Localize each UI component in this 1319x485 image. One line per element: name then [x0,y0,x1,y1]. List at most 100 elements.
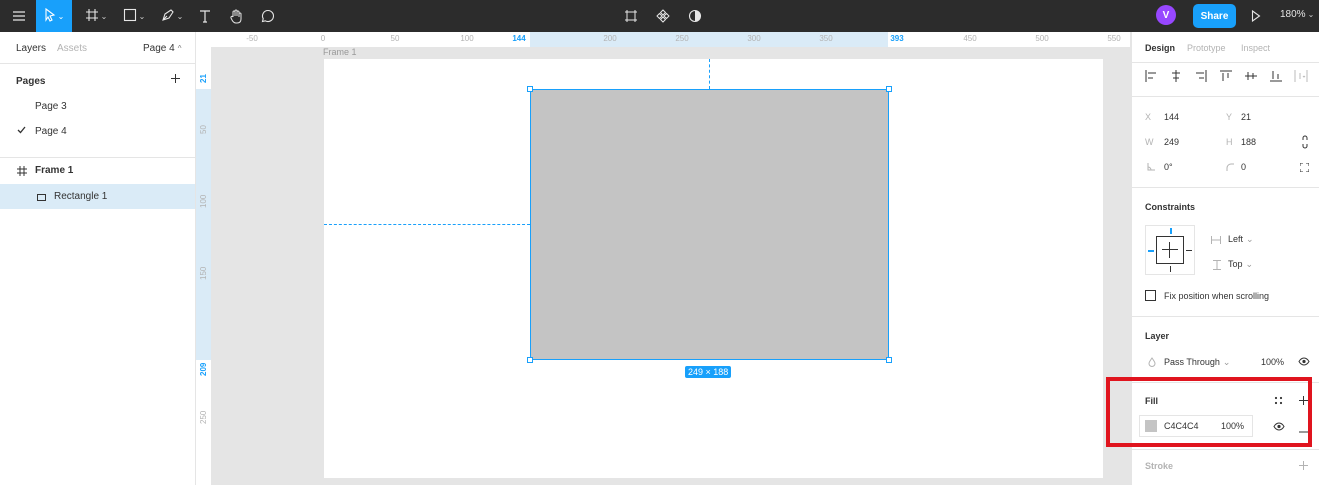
align-bottom-icon[interactable] [1270,70,1282,82]
divider [1132,96,1319,97]
ruler-tick-selected: 393 [890,34,904,43]
toolbar: ⌄ ⌄ ⌄ ⌄ V Share 180% ⌄ [0,0,1319,32]
align-horizontal-center-icon[interactable] [1170,70,1182,82]
w-field[interactable]: 249 [1164,137,1179,147]
horizontal-constraint-select[interactable]: Left ⌄ [1228,234,1254,245]
ruler-tick: 550 [1107,34,1121,43]
zoom-dropdown[interactable]: 180% ⌄ [1280,9,1314,20]
fix-position-checkbox[interactable] [1145,290,1156,301]
align-right-icon[interactable] [1195,70,1207,82]
ruler-selection-range [530,32,888,47]
layers-panel: Layers Assets Page 4 ^ Pages Page 3 Page … [0,32,196,485]
resize-handle-bottom-left[interactable] [527,357,533,363]
checkmark-icon [17,126,26,137]
resize-handle-top-left[interactable] [527,86,533,92]
add-page-icon[interactable] [170,73,181,87]
shape-tool-button[interactable]: ⌄ [120,4,148,28]
constrain-proportions-icon[interactable] [1301,135,1309,152]
blend-mode-select[interactable]: Pass Through ⌄ [1164,357,1230,368]
tab-inspect[interactable]: Inspect [1241,43,1270,53]
ruler-tick: 0 [320,34,326,43]
pen-tool-icon [161,8,175,25]
corner-radius-field[interactable]: 0 [1241,162,1246,172]
blend-mode-icon [1148,357,1156,370]
distance-guide-horizontal [324,224,530,225]
text-tool-icon[interactable] [196,4,214,28]
ruler-tick: 50 [390,34,400,43]
layer-heading: Layer [1145,331,1170,341]
distance-guide-vertical [709,59,710,89]
divider [0,157,195,158]
vertical-constraint-icon [1213,260,1221,273]
fix-position-label: Fix position when scrolling [1164,291,1270,301]
independent-corners-icon[interactable] [1299,162,1310,175]
ruler-tick: 350 [819,34,833,43]
resize-handle-top-right[interactable] [886,86,892,92]
frame-tool-button[interactable]: ⌄ [82,4,110,28]
dimension-badge: 249 × 188 [685,366,732,378]
vertical-constraint-select[interactable]: Top ⌄ [1228,259,1253,270]
align-left-icon[interactable] [1145,70,1157,82]
blend-mode-value: Pass Through [1164,357,1220,367]
rectangle-icon [37,193,46,204]
annotation-highlight-box [1106,377,1312,447]
frame-label[interactable]: Frame 1 [323,47,357,57]
move-tool-button[interactable]: ⌄ [36,0,72,32]
page-selector[interactable]: Page 4 ^ [143,43,181,54]
corner-radius-icon [1226,163,1234,174]
hamburger-menu-icon[interactable] [8,4,30,28]
pen-tool-button[interactable]: ⌄ [158,4,186,28]
ruler-tick: 50 [199,125,208,134]
constraints-widget[interactable] [1145,225,1195,275]
page-item-page-3[interactable]: Page 3 [35,101,67,112]
tab-layers[interactable]: Layers [16,43,46,54]
tab-assets[interactable]: Assets [57,43,87,54]
comment-tool-icon[interactable] [259,4,277,28]
add-stroke-icon[interactable] [1298,460,1309,474]
y-field[interactable]: 21 [1241,112,1251,122]
ruler-tick: 450 [963,34,977,43]
ruler-tick: 300 [747,34,761,43]
x-label: X [1145,112,1152,122]
page-item-page-4[interactable]: Page 4 [35,126,67,137]
stroke-heading: Stroke [1145,461,1174,471]
rotation-field[interactable]: 0° [1164,162,1173,172]
chevron-down-icon: ⌄ [1245,259,1254,269]
crop-icon[interactable] [622,4,640,28]
tab-design[interactable]: Design [1145,43,1175,53]
avatar[interactable]: V [1156,5,1176,25]
pages-heading: Pages [16,76,46,87]
align-top-icon[interactable] [1220,70,1232,82]
page-selector-label: Page 4 [143,43,175,54]
x-field[interactable]: 144 [1164,112,1179,122]
frame-tool-icon [85,8,99,25]
chevron-down-icon: ⌄ [1246,234,1254,244]
eye-icon[interactable] [1298,357,1310,369]
tab-prototype[interactable]: Prototype [1187,43,1226,53]
w-label: W [1145,137,1154,147]
distribute-icon[interactable] [1294,70,1308,82]
share-button[interactable]: Share [1193,4,1236,28]
y-label: Y [1226,112,1233,122]
layer-item-frame[interactable]: Frame 1 [35,165,73,176]
present-play-icon[interactable] [1248,4,1264,28]
ruler-tick: 150 [199,266,208,280]
resize-handle-bottom-right[interactable] [886,357,892,363]
rectangle-1[interactable] [530,89,889,360]
divider [1132,316,1319,317]
component-icon[interactable] [654,4,672,28]
rotation-icon [1147,163,1155,174]
align-vertical-center-icon[interactable] [1245,70,1257,82]
chevron-down-icon: ⌄ [1222,357,1231,367]
layer-item-rectangle[interactable]: Rectangle 1 [54,191,107,202]
hand-tool-icon[interactable] [227,4,245,28]
frame-icon [17,166,27,179]
ruler-tick: 200 [603,34,617,43]
shape-tool-icon [123,8,137,25]
layer-opacity-field[interactable]: 100% [1261,357,1284,367]
ruler-tick: 250 [675,34,689,43]
horizontal-constraint-icon [1211,236,1221,247]
contrast-icon[interactable] [686,4,704,28]
h-field[interactable]: 188 [1241,137,1256,147]
ruler-tick: 250 [199,410,208,424]
